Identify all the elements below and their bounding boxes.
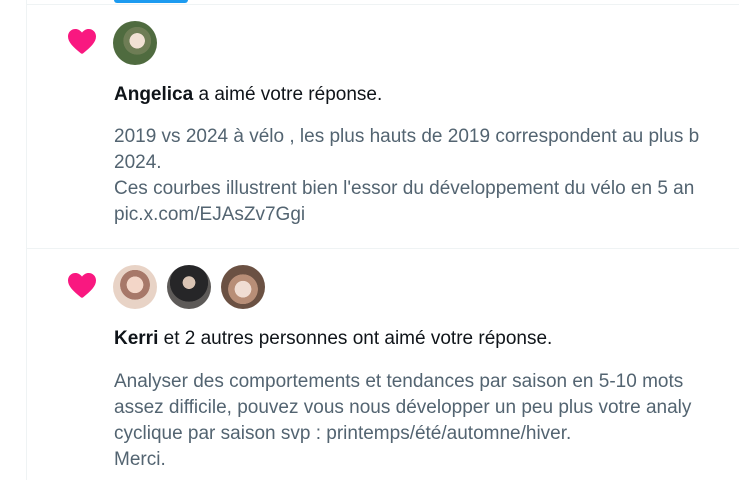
avatar-group: [113, 265, 265, 309]
reply-line: 2024.: [114, 152, 162, 173]
user-name[interactable]: Kerri: [114, 328, 158, 349]
reply-line: Analyser des comportements et tendances …: [114, 371, 684, 392]
reply-line: Ces courbes illustrent bien l'essor du d…: [114, 178, 695, 199]
reply-line: assez difficile, pouvez vous nous dévelo…: [114, 397, 692, 418]
avatar[interactable]: [167, 265, 211, 309]
notification-action: a aimé votre réponse.: [198, 84, 383, 105]
reply-preview: Analyser des comportements et tendances …: [114, 369, 739, 473]
avatar[interactable]: [113, 265, 157, 309]
reply-preview: 2019 vs 2024 à vélo , les plus hauts de …: [114, 124, 739, 228]
notification-item[interactable]: Angelica a aimé votre réponse. 2019 vs 2…: [27, 5, 739, 248]
reply-line: 2019 vs 2024 à vélo , les plus hauts de …: [114, 126, 700, 147]
avatar[interactable]: [221, 265, 265, 309]
heart-icon: [68, 273, 96, 298]
notification-headline: Kerri et 2 autres personnes ont aimé vot…: [114, 328, 552, 350]
notification-action: et 2 autres personnes ont aimé votre rép…: [163, 328, 553, 349]
active-tab-indicator: [114, 0, 188, 3]
notification-item[interactable]: Kerri et 2 autres personnes ont aimé vot…: [27, 249, 739, 489]
heart-icon: [68, 29, 96, 54]
reply-line: cyclique par saison svp : printemps/été/…: [114, 423, 572, 444]
reply-link[interactable]: pic.x.com/EJAsZv7Ggi: [114, 202, 739, 228]
avatar-group: [113, 21, 157, 65]
avatar[interactable]: [113, 21, 157, 65]
notification-headline: Angelica a aimé votre réponse.: [114, 84, 382, 106]
user-name[interactable]: Angelica: [114, 84, 193, 105]
reply-line: Merci.: [114, 449, 166, 470]
